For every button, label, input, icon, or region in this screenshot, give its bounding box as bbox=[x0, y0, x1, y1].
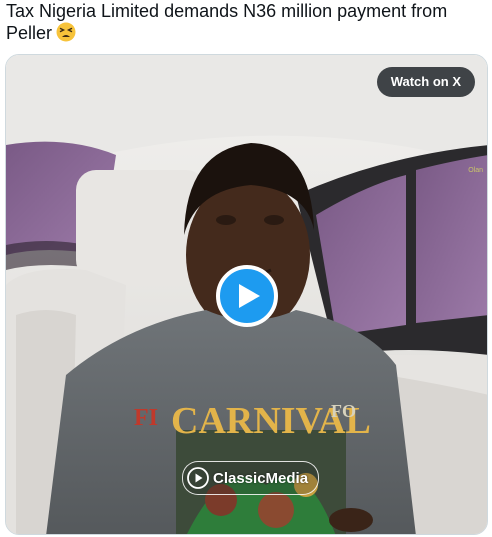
watermark-text: ClassicMedia bbox=[213, 469, 309, 487]
tweet-text: Tax Nigeria Limited demands N36 million … bbox=[6, 0, 486, 44]
shirt-text-left: FI bbox=[134, 405, 158, 431]
watermark-play-icon bbox=[187, 467, 209, 489]
watermark: ClassicMedia bbox=[182, 461, 320, 495]
play-button[interactable] bbox=[216, 265, 278, 327]
corner-tag: Olan bbox=[468, 167, 483, 174]
tired-face-emoji-icon bbox=[56, 22, 76, 42]
shirt-text-right: FO bbox=[331, 401, 356, 421]
play-icon bbox=[239, 284, 260, 308]
video-media[interactable]: CARNIVAL FI FO Olan Watch on X ClassicMe… bbox=[5, 54, 488, 535]
watch-on-x-button[interactable]: Watch on X bbox=[376, 67, 475, 97]
